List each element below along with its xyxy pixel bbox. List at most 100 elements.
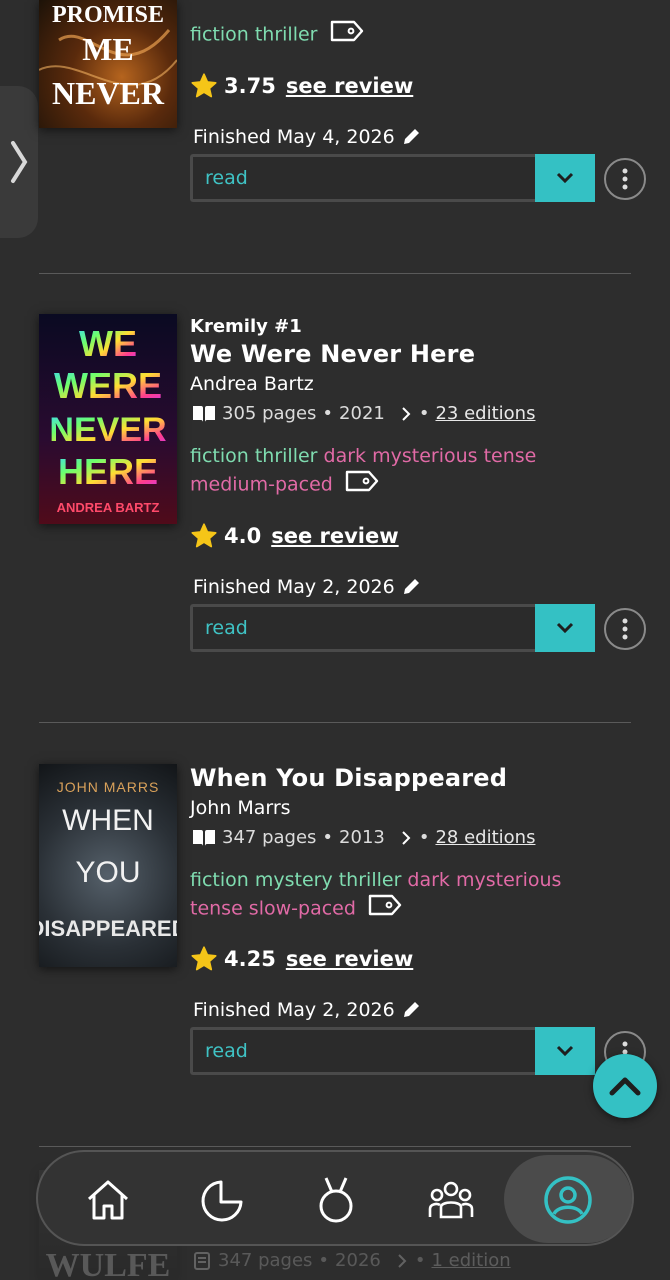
genre-tags[interactable]: fiction thriller xyxy=(190,445,318,467)
rating-row: 4.25 see review xyxy=(190,945,413,973)
status-dropdown-button[interactable] xyxy=(535,604,595,652)
book-title[interactable]: We Were Never Here xyxy=(190,340,475,368)
finished-date-text: Finished May 2, 2026 xyxy=(193,576,395,598)
page-count: 347 pages xyxy=(222,827,317,848)
series-label[interactable]: Kremily #1 xyxy=(190,316,302,337)
status-dropdown-button[interactable] xyxy=(535,154,595,202)
rating-row: 3.75 see review xyxy=(190,72,413,100)
cover-line4: HERE xyxy=(58,451,158,492)
cover-line3: DISAPPEARED xyxy=(39,916,177,941)
editions-link[interactable]: 28 editions xyxy=(435,827,535,848)
status-value: read xyxy=(205,167,248,189)
tag-edit-icon[interactable] xyxy=(330,20,364,50)
book-card: JOHN MARRS WHEN YOU DISAPPEARED When You… xyxy=(0,750,670,1150)
book-card: PROMISE ME NEVER fiction thriller 3.75 s… xyxy=(0,0,670,275)
tag-list: fiction thriller xyxy=(190,20,590,50)
nav-challenges[interactable] xyxy=(306,1170,366,1230)
meta-separator: • xyxy=(322,827,334,848)
book-open-icon xyxy=(193,829,215,846)
nav-stats[interactable] xyxy=(193,1170,253,1230)
status-dropdown[interactable]: read xyxy=(190,604,595,652)
cover-art: JOHN MARRS WHEN YOU DISAPPEARED xyxy=(39,779,177,941)
book-meta: 347 pages • 2026 • 1 edition xyxy=(192,1250,511,1271)
book-meta: 305 pages • 2021 • 23 editions xyxy=(192,403,535,424)
challenge-medal-icon xyxy=(319,1177,353,1223)
chevron-right-icon[interactable] xyxy=(399,830,413,846)
bottom-navigation xyxy=(36,1150,634,1246)
profile-icon xyxy=(544,1176,592,1224)
status-dropdown-button[interactable] xyxy=(535,1027,595,1075)
chevron-down-icon xyxy=(556,1045,574,1057)
book-open-icon xyxy=(193,405,215,422)
finished-date[interactable]: Finished May 4, 2026 xyxy=(193,126,421,148)
book-cover[interactable]: WE WERE NEVER HERE ANDREA BARTZ xyxy=(39,314,177,524)
cover-line1: WULFE xyxy=(46,1247,171,1280)
nav-community[interactable] xyxy=(421,1170,481,1230)
more-vertical-icon xyxy=(622,168,628,190)
tag-edit-icon[interactable] xyxy=(368,894,402,924)
pencil-icon xyxy=(403,579,419,594)
nav-profile[interactable] xyxy=(538,1170,598,1230)
more-vertical-icon xyxy=(622,618,628,640)
genre-tags[interactable]: fiction mystery thriller xyxy=(190,869,401,891)
book-cover[interactable]: PROMISE ME NEVER xyxy=(39,0,177,128)
rating-value: 4.0 xyxy=(224,524,262,548)
pencil-icon xyxy=(403,129,419,144)
cover-line1: WE xyxy=(79,323,137,364)
meta-separator: • xyxy=(318,1250,330,1271)
finished-date[interactable]: Finished May 2, 2026 xyxy=(193,576,421,598)
nav-home[interactable] xyxy=(78,1170,138,1230)
scroll-to-top-button[interactable] xyxy=(593,1054,657,1118)
cover-line1: PROMISE xyxy=(52,2,164,28)
status-dropdown[interactable]: read xyxy=(190,1027,595,1075)
status-dropdown[interactable]: read xyxy=(190,154,595,202)
tag-list: fiction thriller dark mysterious tense m… xyxy=(190,442,590,500)
publish-year: 2026 xyxy=(335,1250,381,1271)
see-review-link[interactable]: see review xyxy=(286,947,413,971)
pencil-icon xyxy=(403,1002,419,1017)
divider xyxy=(39,1146,631,1147)
editions-link[interactable]: 1 edition xyxy=(431,1250,510,1271)
book-author[interactable]: John Marrs xyxy=(190,797,291,819)
tag-list: fiction mystery thriller dark mysterious… xyxy=(190,866,590,924)
stats-pie-icon xyxy=(201,1180,243,1222)
cover-art: PROMISE ME NEVER xyxy=(39,2,177,111)
book-title[interactable]: When You Disappeared xyxy=(190,764,507,792)
book-card: WE WERE NEVER HERE ANDREA BARTZ Kremily … xyxy=(0,300,670,720)
chevron-down-icon xyxy=(556,622,574,634)
divider xyxy=(39,722,631,723)
publish-year: 2013 xyxy=(339,827,385,848)
chevron-down-icon xyxy=(556,172,574,184)
community-icon xyxy=(428,1181,474,1219)
finished-date-text: Finished May 2, 2026 xyxy=(193,999,395,1021)
cover-line2: ME xyxy=(82,31,134,67)
see-review-link[interactable]: see review xyxy=(286,74,413,98)
cover-line2: WERE xyxy=(54,365,162,406)
genre-tags[interactable]: fiction thriller xyxy=(190,24,318,46)
cover-author: ANDREA BARTZ xyxy=(57,500,160,515)
more-options-button[interactable] xyxy=(604,608,646,650)
chevron-right-icon[interactable] xyxy=(399,406,413,422)
see-review-link[interactable]: see review xyxy=(271,524,398,548)
more-options-button[interactable] xyxy=(604,158,646,200)
page-count: 347 pages xyxy=(218,1250,313,1271)
editions-link[interactable]: 23 editions xyxy=(435,403,535,424)
book-icon xyxy=(194,1251,210,1270)
meta-separator: • xyxy=(322,403,334,424)
cover-line2: YOU xyxy=(75,856,140,889)
cover-line3: NEVER xyxy=(52,75,165,111)
star-icon xyxy=(191,523,217,548)
meta-separator: • xyxy=(418,403,430,424)
page-count: 305 pages xyxy=(222,403,317,424)
cover-line1: WHEN xyxy=(62,804,154,837)
book-author[interactable]: Andrea Bartz xyxy=(190,373,314,395)
book-meta: 347 pages • 2013 • 28 editions xyxy=(192,827,535,848)
tag-edit-icon[interactable] xyxy=(345,470,379,500)
finished-date-text: Finished May 4, 2026 xyxy=(193,126,395,148)
book-cover[interactable]: JOHN MARRS WHEN YOU DISAPPEARED xyxy=(39,764,177,967)
star-icon xyxy=(191,946,217,971)
finished-date[interactable]: Finished May 2, 2026 xyxy=(193,999,421,1021)
home-icon xyxy=(87,1180,129,1220)
cover-line3: NEVER xyxy=(49,411,166,449)
chevron-right-icon[interactable] xyxy=(395,1253,409,1269)
